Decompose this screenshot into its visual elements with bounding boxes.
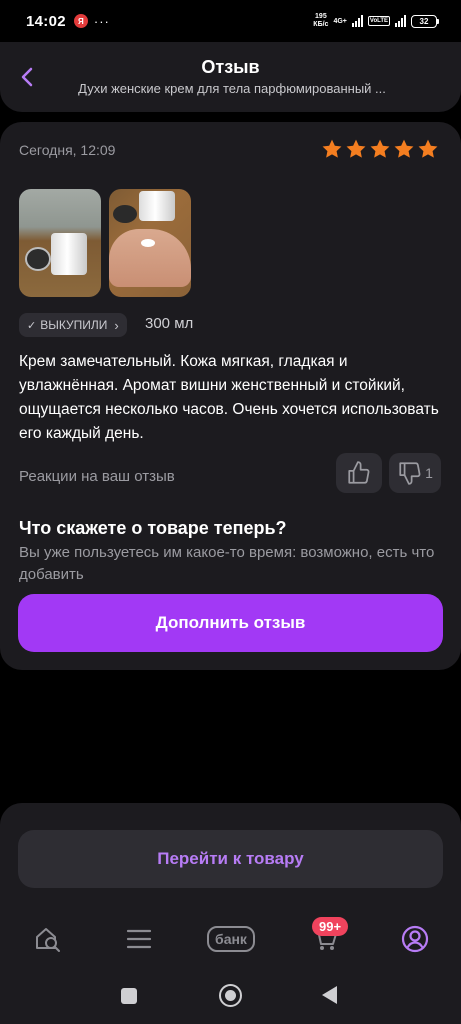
update-prompt-text: Вы уже пользуетесь им какое-то время: во… [19, 544, 435, 583]
header: Отзыв Духи женские крем для тела парфюми… [0, 42, 461, 112]
bought-badge[interactable]: ✓ ВЫКУПИЛИ › [19, 313, 127, 337]
chevron-right-icon: › [114, 317, 119, 333]
dislike-count: 1 [425, 465, 433, 481]
review-photo-1[interactable] [19, 189, 101, 297]
notification-app-icon: Я [73, 14, 88, 28]
volte-icon: VoLTE [367, 16, 390, 26]
cart-count-badge: 99+ [312, 917, 349, 936]
review-card: Сегодня, 12:09 ✓ ВЫКУПИЛИ › 300 мл Крем … [0, 122, 461, 670]
star-icon [394, 139, 414, 158]
tab-home[interactable] [30, 921, 64, 957]
tab-profile[interactable] [396, 921, 434, 957]
star-icon [418, 139, 438, 158]
back-triangle-icon[interactable] [322, 986, 337, 1004]
home-circle-icon[interactable] [219, 984, 242, 1007]
network-type: 4G+ [333, 17, 347, 25]
status-bar: 14:02 Я ··· 195 КБ/с 4G+ VoLTE 32 [0, 0, 461, 42]
home-search-icon [36, 928, 60, 952]
reactions-label: Реакции на ваш отзыв [19, 468, 175, 485]
system-navigation [0, 972, 461, 1018]
rating-stars [321, 138, 439, 160]
add-to-review-button[interactable]: Дополнить отзыв [18, 594, 443, 652]
dislike-button[interactable]: 1 [389, 453, 441, 493]
review-photo-2[interactable] [109, 189, 191, 297]
review-date: Сегодня, 12:09 [19, 142, 116, 158]
star-icon [346, 139, 366, 158]
like-button[interactable] [336, 453, 382, 493]
battery-icon: 32 [411, 14, 439, 28]
bought-label: ВЫКУПИЛИ [40, 318, 108, 332]
product-volume: 300 мл [145, 315, 194, 332]
battery-level: 32 [411, 14, 437, 28]
review-text: Крем замечательный. Кожа мягкая, гладкая… [19, 353, 439, 442]
thumbs-down-icon [399, 462, 421, 485]
signal-2-icon [395, 15, 406, 27]
star-icon [370, 139, 390, 158]
profile-icon [401, 925, 429, 953]
thumbs-up-icon [348, 461, 370, 484]
more-notifications-icon: ··· [93, 13, 110, 29]
recents-icon[interactable] [121, 988, 137, 1004]
check-icon: ✓ [27, 319, 37, 332]
bank-label: банк [207, 926, 255, 952]
page-title: Отзыв [201, 57, 260, 77]
menu-icon [126, 929, 152, 949]
signal-icon [351, 15, 363, 27]
tab-bank[interactable]: банк [200, 921, 262, 957]
update-prompt-title: Что скажете о товаре теперь? [19, 518, 287, 538]
tab-catalog[interactable] [122, 921, 156, 957]
status-time: 14:02 [26, 12, 66, 30]
star-icon [322, 139, 342, 158]
go-to-product-button[interactable]: Перейти к товару [18, 830, 443, 888]
product-name: Духи женские крем для тела парфюмированн… [78, 81, 386, 96]
network-speed: 195 КБ/с [313, 13, 329, 28]
